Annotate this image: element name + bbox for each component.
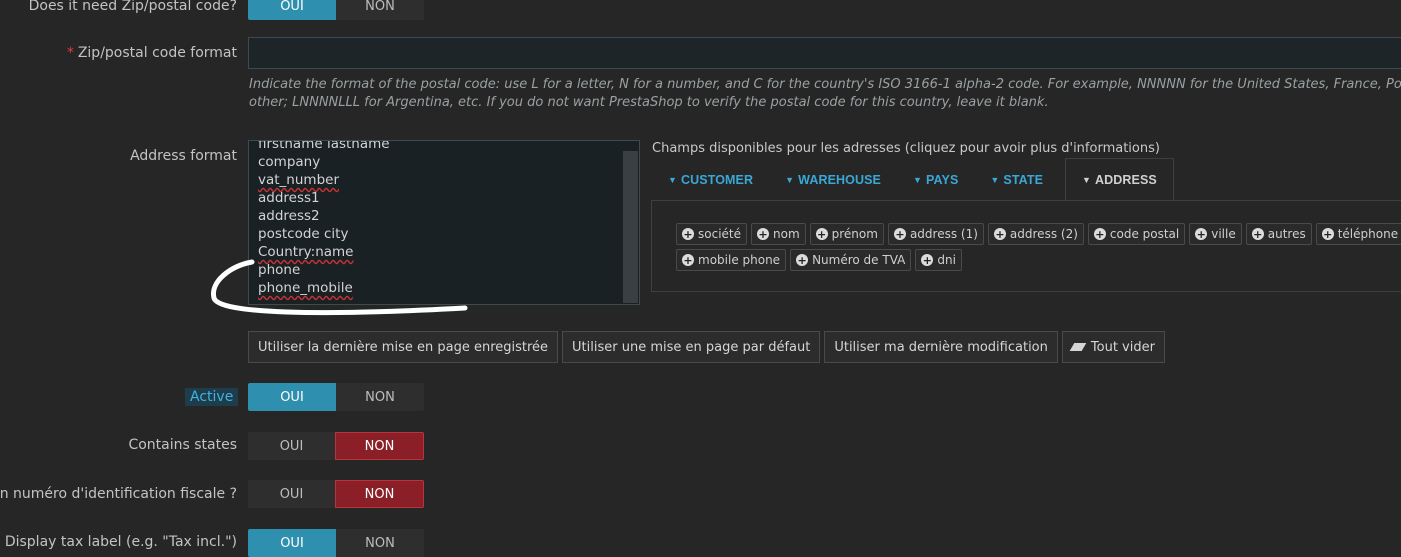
caret-down-icon: ▼ — [668, 174, 678, 185]
chip-label: autres — [1267, 227, 1306, 241]
contains-states-no[interactable]: NON — [335, 432, 424, 460]
caret-down-icon: ▼ — [913, 174, 923, 185]
field-chip[interactable]: + dni — [915, 249, 962, 271]
layout-buttons: Utiliser la dernière mise en page enregi… — [248, 331, 1165, 363]
active-toggle[interactable]: OUI NON — [248, 383, 424, 411]
tax-label-label: Display tax label (e.g. "Tax incl.") — [4, 534, 237, 550]
address-line: vat_number — [258, 172, 339, 188]
plus-circle-icon: + — [893, 227, 906, 241]
zip-format-help-line-2: other; LNNNNLLL for Argentina, etc. If y… — [249, 95, 1049, 110]
chip-label: nom — [773, 227, 800, 241]
field-chip[interactable]: + nom — [751, 223, 806, 245]
field-chip[interactable]: + téléphone — [1315, 223, 1401, 245]
plus-circle-icon: + — [1195, 227, 1208, 241]
contains-states-yes[interactable]: OUI — [248, 432, 335, 460]
chip-label: ville — [1211, 227, 1236, 241]
zip-format-label: * Zip/postal code format — [67, 45, 237, 61]
field-chip[interactable]: + mobile phone — [676, 249, 787, 271]
address-line: company — [258, 154, 321, 170]
use-default-layout-button[interactable]: Utiliser une mise en page par défaut — [562, 331, 821, 363]
tab-label: ADDRESS — [1095, 173, 1157, 187]
plus-circle-icon: + — [1251, 227, 1264, 241]
active-yes[interactable]: OUI — [248, 383, 336, 411]
caret-down-icon: ▼ — [785, 174, 795, 185]
tax-id-toggle[interactable]: OUI NON — [248, 480, 424, 508]
zip-required-label: Does it need Zip/postal code? — [28, 0, 237, 14]
fields-tabs: ▼ CUSTOMER ▼ WAREHOUSE ▼ PAYS ▼ STATE ▼ ADDRE… — [652, 158, 1174, 201]
chip-label: code postal — [1109, 227, 1180, 241]
fields-panel-title: Champs disponibles pour les adresses (cl… — [652, 141, 1160, 156]
address-line: firstname lastname — [258, 140, 390, 152]
zip-format-input[interactable] — [248, 37, 1401, 69]
tab-customer[interactable]: ▼ CUSTOMER — [652, 158, 769, 201]
use-last-modification-button[interactable]: Utiliser ma dernière modification — [824, 331, 1058, 363]
clear-all-button[interactable]: Tout vider — [1061, 331, 1165, 363]
plus-circle-icon: + — [1321, 227, 1334, 241]
field-chip[interactable]: + address (1) — [887, 223, 984, 245]
zip-format-help-line-1: Indicate the format of the postal code: … — [249, 77, 1401, 92]
address-format-label: Address format — [130, 148, 237, 164]
required-mark: * — [66, 45, 74, 61]
tab-label: CUSTOMER — [681, 172, 754, 187]
textarea-scrollbar[interactable] — [623, 151, 638, 303]
active-label: Active — [185, 388, 239, 406]
tax-id-yes[interactable]: OUI — [248, 480, 335, 508]
plus-circle-icon: + — [921, 253, 934, 267]
chip-label: dni — [937, 253, 956, 267]
field-chip[interactable]: + address (2) — [987, 223, 1084, 245]
contains-states-label: Contains states — [128, 437, 237, 453]
chip-label: address (2) — [1009, 227, 1078, 241]
tab-label: WAREHOUSE — [798, 172, 881, 187]
field-chip[interactable]: + Numéro de TVA — [790, 249, 912, 271]
field-chip[interactable]: + code postal — [1087, 223, 1186, 245]
eraser-icon — [1069, 343, 1087, 351]
plus-circle-icon: + — [682, 253, 694, 267]
tab-label: PAYS — [926, 172, 959, 187]
tax-label-yes[interactable]: OUI — [248, 529, 336, 557]
tax-label-no[interactable]: NON — [336, 529, 424, 557]
chip-label: Numéro de TVA — [812, 253, 906, 267]
active-no[interactable]: NON — [336, 383, 424, 411]
clear-all-label: Tout vider — [1090, 339, 1155, 355]
address-line: address2 — [258, 208, 320, 224]
chip-label: address (1) — [909, 227, 978, 241]
chip-label: société — [698, 227, 741, 241]
tax-label-toggle[interactable]: OUI NON — [248, 529, 424, 557]
zip-format-label-text: Zip/postal code format — [77, 45, 237, 61]
plus-circle-icon: + — [757, 227, 769, 241]
field-chip[interactable]: + société — [676, 223, 747, 245]
plus-circle-icon: + — [682, 227, 694, 241]
chip-label: mobile phone — [698, 253, 781, 267]
address-line: postcode city — [258, 226, 349, 242]
tab-pays[interactable]: ▼ PAYS — [897, 158, 974, 201]
contains-states-toggle[interactable]: OUI NON — [248, 432, 424, 460]
tab-address[interactable]: ▼ ADDRESS — [1065, 158, 1174, 201]
plus-circle-icon: + — [815, 227, 828, 241]
fields-panel: + société + nom + prénom + address (1) + addr… — [651, 200, 1401, 292]
chip-label: téléphone — [1337, 227, 1399, 241]
field-chip[interactable]: + prénom — [809, 223, 884, 245]
plus-circle-icon: + — [993, 227, 1006, 241]
caret-down-icon: ▼ — [990, 174, 1000, 185]
tab-state[interactable]: ▼ STATE — [974, 158, 1059, 201]
field-chips: + société + nom + prénom + address (1) + addr… — [676, 223, 1401, 271]
field-chip[interactable]: + autres — [1245, 223, 1312, 245]
field-chip[interactable]: + ville — [1189, 223, 1242, 245]
scribble-annotation — [211, 259, 468, 316]
tab-label: STATE — [1003, 172, 1044, 187]
tab-warehouse[interactable]: ▼ WAREHOUSE — [769, 158, 897, 201]
address-line: address1 — [258, 190, 320, 206]
tax-id-label: un numéro d'identification fiscale ? — [0, 486, 237, 502]
zip-required-yes[interactable]: OUI — [248, 0, 336, 20]
tax-id-no[interactable]: NON — [335, 480, 424, 508]
zip-required-toggle[interactable]: OUI NON — [248, 0, 424, 20]
plus-circle-icon: + — [796, 253, 809, 267]
chip-label: prénom — [831, 227, 878, 241]
plus-circle-icon: + — [1093, 227, 1106, 241]
zip-format-help: Indicate the format of the postal code: … — [249, 76, 1401, 112]
caret-down-icon: ▼ — [1082, 175, 1092, 185]
zip-required-no[interactable]: NON — [336, 0, 424, 20]
use-last-saved-layout-button[interactable]: Utiliser la dernière mise en page enregi… — [248, 331, 559, 363]
